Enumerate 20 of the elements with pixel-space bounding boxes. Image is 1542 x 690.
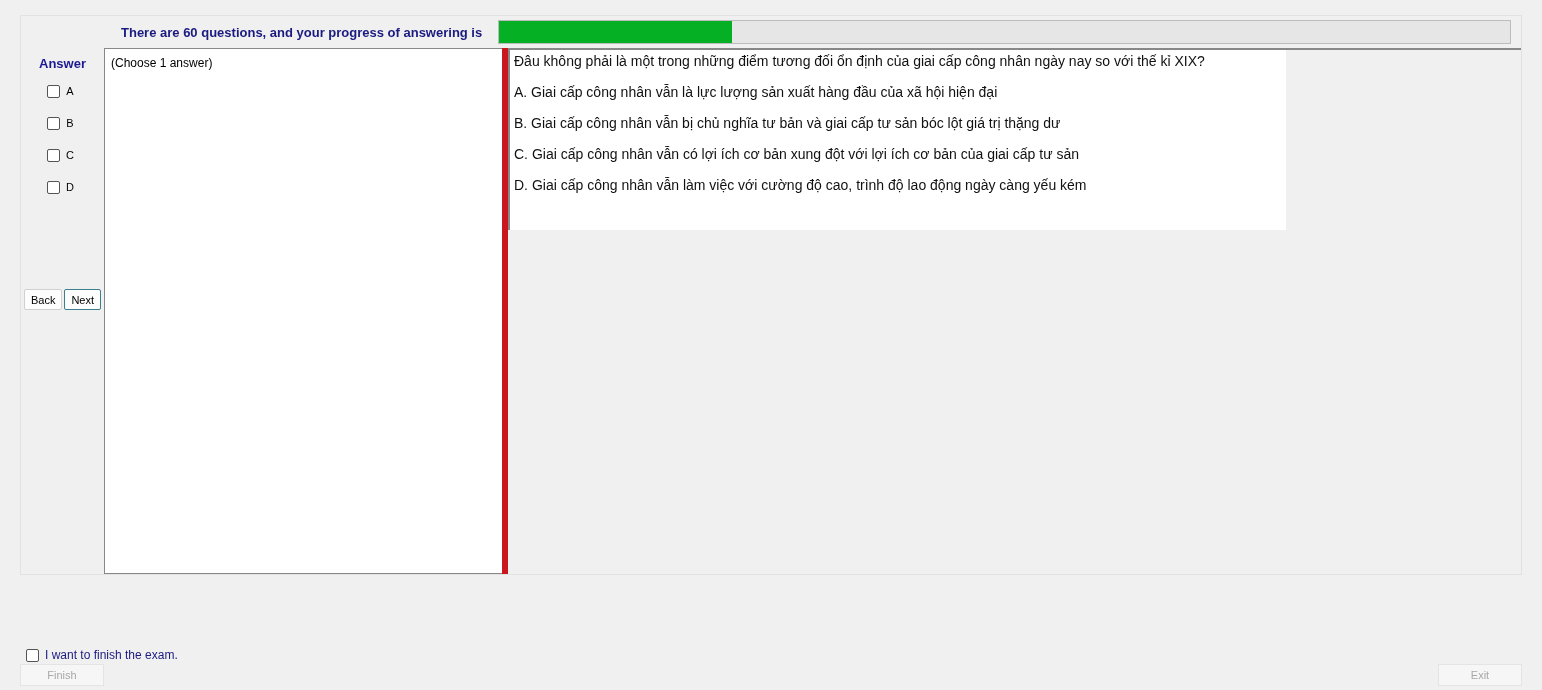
instruction-text: (Choose 1 answer) <box>111 56 213 70</box>
question-text: Đâu không phải là một trong những điểm tương đối ổn định của giai cấp công nhân ngày nay so với thế kỉ XIX? <box>514 53 1206 69</box>
finish-checkbox[interactable] <box>26 648 39 662</box>
answer-checkbox[interactable] <box>47 180 60 194</box>
option-label: D <box>66 181 74 193</box>
answer-checkbox[interactable] <box>47 116 61 130</box>
answer-checkbox[interactable] <box>47 84 61 98</box>
finish-label: I want to finish the exam. <box>45 648 178 662</box>
option-label: C <box>66 149 74 161</box>
choice-text: D. Giai cấp công nhân vẫn làm việc với cường độ cao, trình độ lao động ngày càng yếu kém <box>514 177 1088 193</box>
answer-checkbox[interactable] <box>47 148 60 162</box>
progress-label: There are 60 questions, and your progress of answering is <box>121 24 483 40</box>
option-label: A <box>66 85 74 97</box>
answer-title: Answer <box>39 56 86 71</box>
nav-button[interactable]: Next <box>64 289 102 310</box>
choice-text: C. Giai cấp công nhân vẫn có lợi ích cơ bản xung đột với lợi ích cơ bản của giai cấp tư sản <box>514 146 1081 162</box>
nav-button[interactable]: Back <box>23 289 63 310</box>
choice-text: B. Giai cấp công nhân vẫn bị chủ nghĩa tư bản và giai cấp tư sản bóc lột giá trị thặng dư <box>514 115 1062 131</box>
option-label: B <box>66 117 74 129</box>
choice-text: A. Giai cấp công nhân vẫn là lực lượng sản xuất hàng đầu của xã hội hiện đại <box>514 84 999 100</box>
